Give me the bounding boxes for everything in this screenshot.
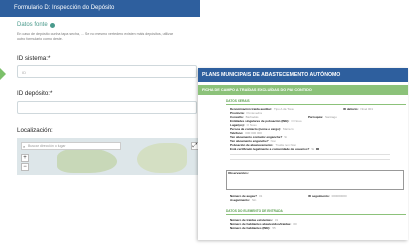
row-habitantes-ine: Número de habitantes (INE): 55 [230, 226, 276, 230]
deposito-input[interactable] [17, 101, 197, 114]
zoom-out-button[interactable]: − [21, 163, 29, 171]
info-icon[interactable] [49, 22, 55, 28]
sistema-label: ID sistema:* [17, 55, 51, 62]
row-id-defecto: ID defecto: Nivel 001 [343, 107, 374, 111]
divider [230, 159, 390, 160]
field-report-document: PLANS MUNICIPAIS DE ABASTECEMENTO AUTÓNO… [198, 68, 408, 240]
document-subtitle: FICHA DE CAMPO A TRAÍDAS EXCLUÍDAS DO PA… [198, 85, 408, 95]
row-parroquia: Parroquia: Santiago [308, 115, 337, 119]
divider [230, 154, 390, 155]
form-header-title: Formulario D: Inspección do Depósito [0, 0, 200, 17]
inspection-form: Formulario D: Inspección do Depósito Dat… [0, 0, 200, 175]
map-land [137, 143, 187, 173]
map-search-input[interactable]: ⌕ Buscar dirección o lugar [21, 142, 121, 150]
row-id-seguimento: ID seguimento: 000000000 [308, 194, 347, 198]
divider [226, 214, 406, 215]
helper-text: En caso de depósito cunha tapa secha, ..… [17, 32, 174, 41]
arrow-icon [0, 68, 6, 80]
divider [226, 104, 406, 105]
map-land [57, 148, 117, 173]
localizacion-label: Localización: [17, 127, 53, 134]
document-title: PLANS MUNICIPAIS DE ABASTECEMENTO AUTÓNO… [198, 68, 408, 82]
location-map[interactable]: ⌕ Buscar dirección o lugar + − ⤢ [17, 138, 200, 175]
observations-label: Observacións: [228, 171, 249, 175]
checkbox-icon [316, 147, 319, 151]
section-element: DATOS DO ELEMENTO DE ENTRADA [226, 209, 283, 213]
deposito-label: ID depósito:* [17, 90, 53, 97]
section-general: DATOS XERAIS [226, 99, 250, 103]
zoom-in-button[interactable]: + [21, 154, 29, 162]
observations-box [226, 170, 404, 190]
section-title: Datos fonte [17, 22, 55, 28]
row-aseguimento: Aseguimento: Sin [230, 198, 257, 202]
sistema-input[interactable]: ID [17, 65, 197, 78]
search-icon: ⌕ [23, 144, 26, 149]
row-certificado: Está certificado legalmente a comunidade… [230, 147, 319, 151]
